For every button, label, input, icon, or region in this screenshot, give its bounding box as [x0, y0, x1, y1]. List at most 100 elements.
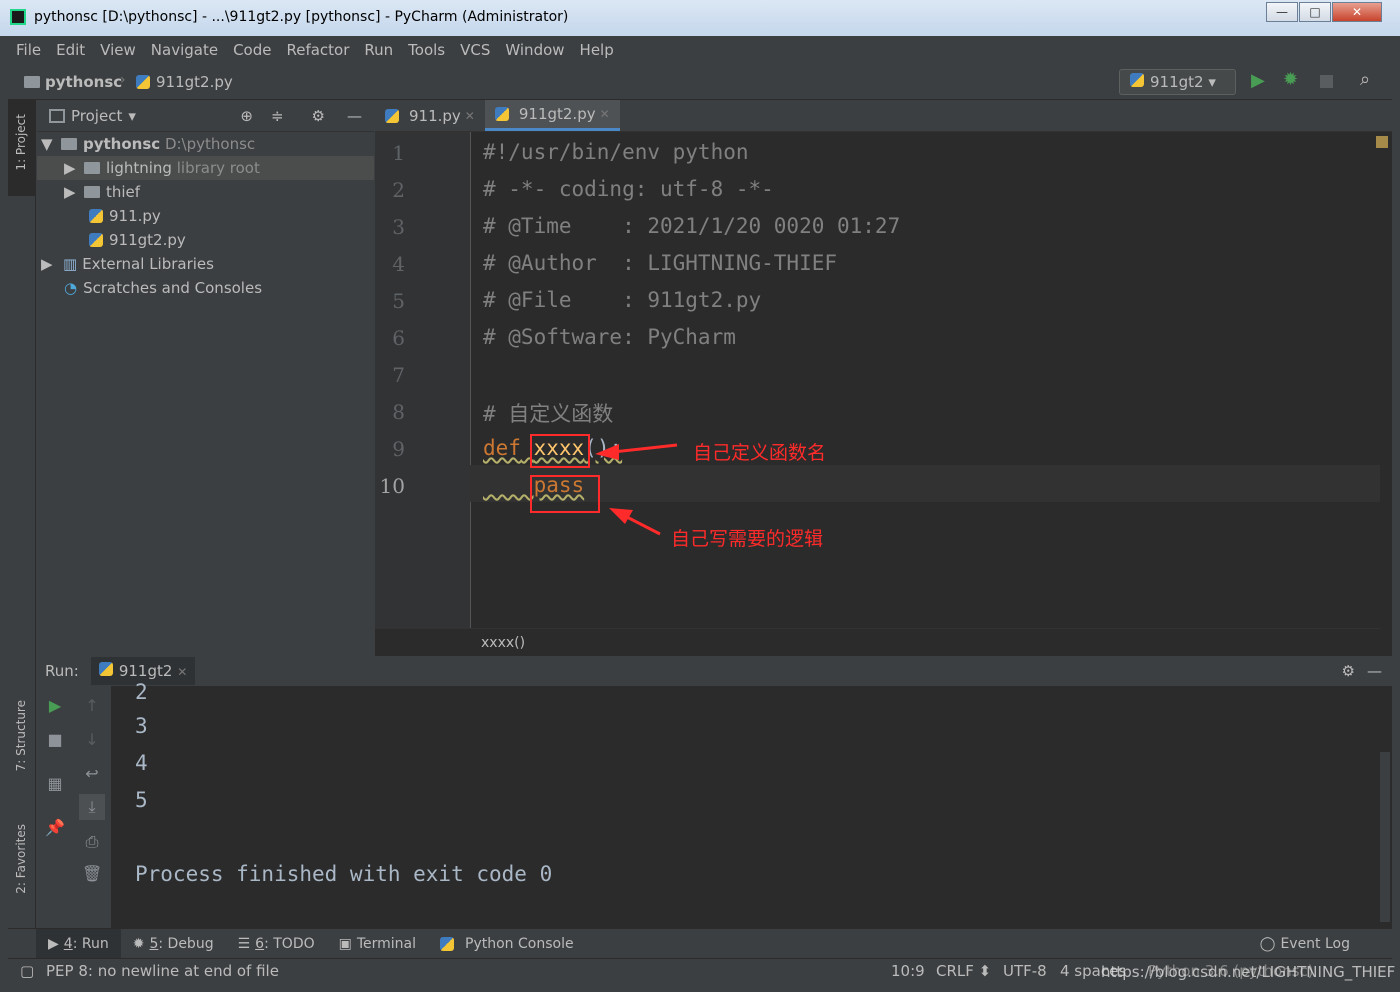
search-icon[interactable]: ⌕ [1360, 69, 1370, 90]
down-arrow-icon[interactable]: ↓ [82, 730, 102, 749]
maximize-button[interactable]: □ [1299, 2, 1331, 22]
hide-icon[interactable]: — [347, 107, 362, 125]
menu-run[interactable]: Run [364, 41, 393, 59]
python-file-icon [385, 108, 399, 123]
close-button[interactable]: ✕ [1332, 2, 1382, 22]
tool-tab-run[interactable]: ▶ 4: Run [36, 928, 121, 959]
file-encoding[interactable]: UTF-8 [1003, 962, 1047, 980]
annotation-label: 自己写需要的逻辑 [671, 528, 824, 550]
locate-icon[interactable]: ⊕ [240, 107, 253, 125]
menu-refactor[interactable]: Refactor [286, 41, 349, 59]
breadcrumb-project[interactable]: pythonsc [45, 73, 122, 91]
close-tab-icon[interactable]: ✕ [465, 109, 475, 123]
stop-icon[interactable]: ■ [45, 730, 65, 749]
close-tab-icon[interactable]: ✕ [600, 107, 610, 121]
tree-item-911gt2-py[interactable]: 911gt2.py [37, 228, 374, 252]
python-icon [440, 936, 455, 951]
tree-item-path: D:\pythonsc [164, 135, 256, 153]
editor[interactable]: 911.py ✕ 911gt2.py ✕ 1 2 3 4 5 6 7 8 9 10 … [375, 100, 1392, 656]
tool-tab-terminal[interactable]: ▣ Terminal [327, 929, 428, 959]
menu-window[interactable]: Window [505, 41, 564, 59]
run-panel: Run: 911gt2 ✕ ⚙ — ▶ ■ ▦ 📌 ↑ ↓ ↩ ⤓ ⎙ 🗑 2 … [37, 656, 1392, 928]
tree-item-pythonsc[interactable]: ▼ pythonsc D:\pythonsc [37, 132, 374, 156]
expanded-arrow-icon[interactable]: ▼ [41, 135, 61, 153]
tab-911-py[interactable]: 911.py ✕ [375, 100, 485, 131]
run-icon[interactable]: ▶ [1251, 70, 1265, 91]
line-number: 6 [392, 326, 405, 350]
trash-icon[interactable]: 🗑 [82, 864, 102, 883]
structure-tool-tab[interactable]: 7: Structure [14, 700, 28, 771]
menu-code[interactable]: Code [233, 41, 271, 59]
tab-label: 911.py [409, 106, 461, 125]
menu-edit[interactable]: Edit [56, 41, 85, 59]
run-toolbar: ▶ ■ ▦ 📌 ↑ ↓ ↩ ⤓ ⎙ 🗑 [37, 686, 111, 928]
arrow-icon [595, 444, 619, 460]
inspection-indicator-icon[interactable] [1376, 136, 1388, 148]
print-icon[interactable]: ⎙ [82, 832, 102, 852]
collapsed-arrow-icon[interactable]: ▶ [41, 255, 63, 273]
favorites-tool-tab[interactable]: 2: Favorites [14, 824, 28, 894]
menu-tools[interactable]: Tools [408, 41, 445, 59]
gear-icon[interactable]: ⚙ [1342, 662, 1355, 680]
tree-item-911-py[interactable]: 911.py [37, 204, 374, 228]
scroll-to-end-icon[interactable]: ⤓ [79, 794, 105, 820]
output-line: 2 [135, 680, 148, 704]
tab-911gt2-py[interactable]: 911gt2.py ✕ [484, 100, 620, 131]
run-panel-header: Run: 911gt2 ✕ ⚙ — [37, 656, 1392, 686]
code-line: # @Time : 2021/1/20 0020 01:27 [483, 214, 901, 238]
menu-view[interactable]: View [100, 41, 136, 59]
line-number: 3 [392, 215, 405, 239]
run-config-select[interactable]: 911gt2 ▾ [1119, 69, 1236, 95]
minimize-button[interactable]: — [1266, 2, 1298, 22]
line-number: 8 [392, 400, 405, 424]
status-message: PEP 8: no newline at end of file [46, 962, 279, 980]
scrollbar[interactable] [1380, 752, 1390, 922]
chevron-down-icon[interactable]: ▾ [128, 107, 136, 125]
menu-bar: File Edit View Navigate Code Refactor Ru… [8, 36, 1392, 64]
collapsed-arrow-icon[interactable]: ▶ [64, 159, 84, 177]
pin-icon[interactable]: 📌 [45, 818, 65, 837]
output-line: 4 [135, 751, 148, 775]
tree-item-scratches[interactable]: ◔ Scratches and Consoles [37, 276, 374, 300]
collapse-all-icon[interactable]: ≑ [271, 107, 284, 125]
tree-item-lightning[interactable]: ▶ lightning library root [37, 156, 374, 180]
project-tool-tab[interactable]: 1: Project [14, 114, 28, 171]
scratches-icon: ◔ [64, 279, 78, 297]
collapsed-arrow-icon[interactable]: ▶ [64, 183, 84, 201]
tree-item-external-libraries[interactable]: ▶ ▥ External Libraries [37, 252, 374, 276]
line-number: 10 [379, 474, 405, 498]
project-view-select[interactable]: Project [71, 107, 122, 125]
event-log-button[interactable]: ◯ Event Log [1248, 929, 1362, 959]
tab-label: 911gt2.py [518, 105, 596, 123]
status-toggle-icon[interactable]: ▢ [20, 962, 34, 980]
rerun-icon[interactable]: ▶ [45, 696, 65, 715]
tree-item-label: pythonsc [83, 135, 161, 153]
menu-navigate[interactable]: Navigate [151, 41, 218, 59]
menu-help[interactable]: Help [580, 41, 614, 59]
tree-item-label: thief [106, 183, 141, 201]
stop-icon[interactable] [1320, 75, 1333, 88]
list-icon: ☰ [237, 935, 251, 952]
python-file-icon [136, 75, 150, 89]
line-separator[interactable]: CRLF ⬍ [936, 962, 991, 980]
gutter: 1 2 3 4 5 6 7 8 9 10 ● [375, 132, 507, 628]
tool-tab-todo[interactable]: ☰ 6: TODO [226, 929, 327, 959]
up-arrow-icon[interactable]: ↑ [82, 696, 102, 715]
line-number: 9 [392, 437, 405, 461]
tool-tab-debug[interactable]: ✹ 5: Debug [121, 929, 226, 959]
chevron-down-icon: ▾ [1208, 73, 1216, 91]
breadcrumb-function[interactable]: xxxx() [481, 635, 525, 651]
layout-icon[interactable]: ▦ [45, 774, 65, 793]
caret-position[interactable]: 10:9 [891, 962, 925, 980]
close-tab-icon[interactable]: ✕ [177, 665, 187, 679]
gear-icon[interactable]: ⚙ [312, 107, 325, 125]
menu-vcs[interactable]: VCS [460, 41, 490, 59]
hide-icon[interactable]: — [1367, 662, 1382, 680]
menu-file[interactable]: File [16, 41, 41, 59]
soft-wrap-icon[interactable]: ↩ [82, 764, 102, 783]
debug-bug-icon[interactable]: ✹ [1283, 69, 1298, 90]
tree-item-thief[interactable]: ▶ thief [37, 180, 374, 204]
watermark: https://blog.csdn.net/LIGHTNING_THIEF [1101, 963, 1396, 981]
breadcrumb-file[interactable]: 911gt2.py [156, 73, 233, 91]
tool-tab-python-console[interactable]: Python Console [428, 929, 586, 959]
